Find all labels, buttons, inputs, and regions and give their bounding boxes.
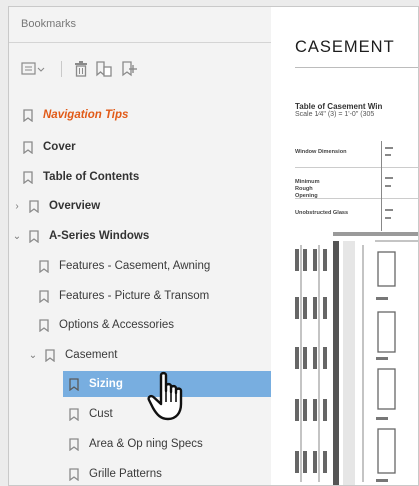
bookmark-icon bbox=[39, 318, 49, 332]
bookmark-navigation-tips[interactable]: Navigation Tips bbox=[23, 102, 271, 128]
chevron-down-icon[interactable]: ⌄ bbox=[11, 231, 23, 242]
bookmark-label: Cust bbox=[89, 408, 113, 420]
bookmark-casement[interactable]: ⌄ Casement bbox=[27, 342, 271, 368]
bookmarks-panel: Bookmarks Navigation Tips Cover Table of… bbox=[9, 7, 272, 485]
bookmark-label: Options & Accessories bbox=[59, 319, 175, 331]
bookmark-table-of-contents[interactable]: Table of Contents bbox=[23, 164, 271, 190]
casement-size-drawing bbox=[295, 141, 418, 485]
bookmark-features-casement-awning[interactable]: Features - Casement, Awning bbox=[39, 253, 271, 279]
bookmark-options-icon[interactable] bbox=[21, 60, 47, 78]
table-title: Table of Casement Win bbox=[295, 102, 383, 111]
bookmark-icon bbox=[39, 289, 49, 303]
chevron-down-icon[interactable]: ⌄ bbox=[27, 350, 39, 361]
bookmark-label: Casement bbox=[65, 349, 118, 361]
bookmark-label: Sizing bbox=[89, 378, 123, 390]
page-title: CASEMENT bbox=[295, 38, 395, 56]
bookmark-options-accessories[interactable]: Options & Accessories bbox=[39, 312, 271, 338]
app-window: Bookmarks Navigation Tips Cover Table of… bbox=[8, 6, 419, 486]
bookmark-features-picture-transom[interactable]: Features - Picture & Transom bbox=[39, 283, 271, 309]
divider bbox=[9, 42, 271, 43]
bookmark-cover[interactable]: Cover bbox=[23, 134, 271, 160]
new-bookmark-icon[interactable] bbox=[121, 60, 139, 78]
bookmark-icon bbox=[69, 437, 79, 451]
bookmark-label: Cover bbox=[43, 141, 76, 153]
bookmark-label: A-Series Windows bbox=[49, 230, 150, 242]
bookmark-icon bbox=[39, 259, 49, 273]
bookmark-label: Table of Contents bbox=[43, 171, 140, 183]
document-page: CASEMENT Table of Casement Win Scale 1⁄4… bbox=[271, 7, 418, 485]
bookmark-label: Navigation Tips bbox=[43, 109, 129, 121]
divider bbox=[295, 67, 418, 68]
bookmark-icon bbox=[69, 407, 79, 421]
scale-note: Scale 1⁄4" (3) = 1'-0" (305 bbox=[295, 111, 375, 118]
new-bookmark-from-structure-icon[interactable] bbox=[95, 60, 113, 78]
panel-title: Bookmarks bbox=[21, 18, 77, 30]
bookmark-label: Area & Op ning Specs bbox=[89, 438, 203, 450]
chevron-right-icon[interactable]: › bbox=[11, 201, 23, 212]
bookmark-icon bbox=[69, 377, 79, 391]
bookmark-label: Grille Patterns bbox=[89, 468, 162, 480]
toolbar-separator bbox=[61, 61, 62, 77]
bookmark-icon bbox=[29, 199, 39, 213]
bookmark-label: Features - Casement, Awning bbox=[59, 260, 211, 272]
bookmark-icon bbox=[23, 108, 33, 122]
bookmark-label: Overview bbox=[49, 200, 101, 212]
bookmark-icon bbox=[23, 140, 33, 154]
bookmark-icon bbox=[69, 467, 79, 481]
bookmark-grille-patterns[interactable]: Grille Patterns bbox=[69, 461, 271, 485]
hand-pointer-icon bbox=[147, 371, 183, 421]
bookmark-icon bbox=[23, 170, 33, 184]
bookmark-icon bbox=[45, 348, 55, 362]
bookmark-overview[interactable]: › Overview bbox=[11, 193, 271, 219]
bookmark-icon bbox=[29, 229, 39, 243]
bookmark-a-series-windows[interactable]: ⌄ A-Series Windows bbox=[11, 223, 271, 249]
bookmark-label: Features - Picture & Transom bbox=[59, 290, 210, 302]
delete-bookmark-icon[interactable] bbox=[73, 60, 89, 78]
bookmark-area-opening-specs[interactable]: Area & Op ning Specs bbox=[69, 431, 271, 457]
